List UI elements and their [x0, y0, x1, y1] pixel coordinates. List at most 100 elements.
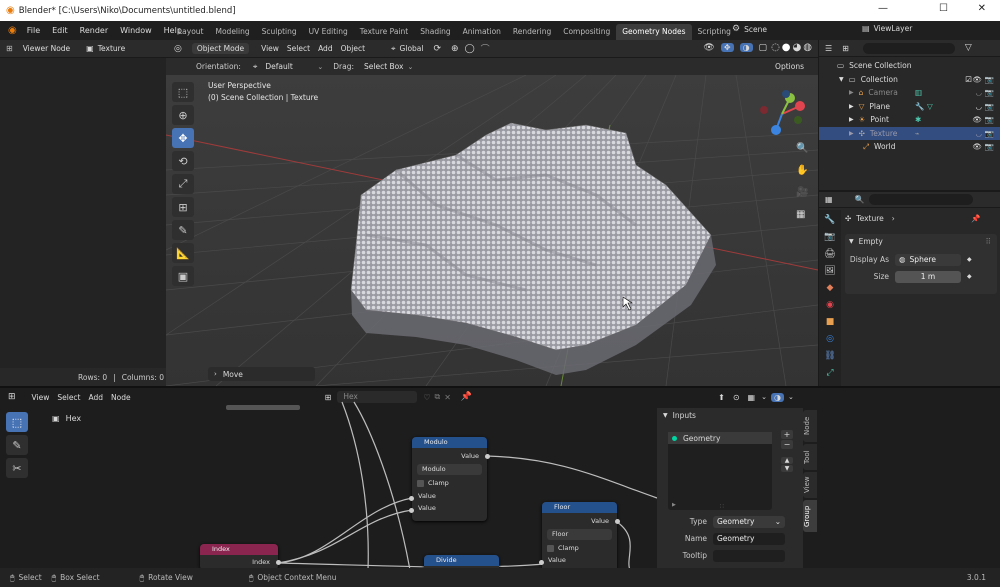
world-tab-icon[interactable]: ◉ [823, 298, 837, 312]
render-camera-icon[interactable]: 📷 [985, 142, 994, 151]
outliner-texture[interactable]: ▶ ✣ Texture ⌁ ◡ 📷 [819, 126, 1000, 140]
inputs-panel-header[interactable]: ▼ Inputs [657, 408, 803, 422]
tab-animation[interactable]: Animation [457, 24, 507, 40]
viewport-menu-add[interactable]: Add [314, 44, 337, 53]
overlay-toggle-icon[interactable]: ◑ [770, 392, 784, 402]
index-node[interactable]: Index Index [200, 544, 281, 568]
rendered-shading-icon[interactable]: ◍ [803, 42, 812, 53]
move-up-button[interactable]: ▲ [781, 457, 793, 464]
parent-tree-icon[interactable]: ⬆ [718, 393, 725, 402]
outliner-camera[interactable]: ▶ ⌂ Camera ▥ ◡ 📷 [819, 86, 1000, 100]
snap-nodes-icon[interactable]: ⊙ [733, 393, 740, 402]
scene-tab-icon[interactable]: ◆ [823, 281, 837, 295]
sidebar-tab-tool[interactable]: Tool [803, 444, 817, 470]
node-editor[interactable]: ⊞ View Select Add Node ⊞ Hex ♡ ⧉ ✕ 📌 ⬆ ⊙… [0, 386, 1000, 568]
navigation-gizmo[interactable] [754, 86, 810, 142]
expand-arrow-icon[interactable]: ▶ [849, 130, 854, 137]
outliner-editor-icon[interactable]: ☰ [825, 44, 832, 53]
drag-dropdown[interactable]: Select Box [360, 62, 407, 71]
inputs-list-item[interactable]: Geometry [668, 432, 772, 444]
list-expand-icon[interactable]: ▶ [672, 502, 676, 508]
object-tab-icon[interactable]: ■ [823, 315, 837, 329]
filter-icon[interactable]: ▽ [965, 43, 972, 53]
tab-scripting[interactable]: Scripting [692, 24, 737, 40]
maximize-button[interactable]: ☐ [939, 3, 948, 14]
zoom-icon[interactable]: 🔍 [796, 138, 808, 160]
orientation-dropdown[interactable]: Default [261, 62, 317, 71]
output-tab-icon[interactable]: 🖨 [823, 247, 837, 261]
properties-search-input[interactable] [868, 194, 973, 205]
backdrop-icon[interactable]: ▦ [748, 393, 756, 402]
eye-icon[interactable]: 👁 [972, 142, 982, 151]
add-input-button[interactable]: + [781, 430, 793, 439]
wireframe-shading-icon[interactable]: ◌ [771, 42, 780, 53]
sidebar-tab-view[interactable]: View [803, 472, 817, 498]
view-layer-tab-icon[interactable]: 🖼 [823, 264, 837, 278]
expand-arrow-icon[interactable]: ▶ [849, 116, 854, 123]
eye-hidden-icon[interactable]: ◡ [975, 129, 982, 138]
tab-shading[interactable]: Shading [414, 24, 456, 40]
expand-arrow-icon[interactable]: ▼ [839, 76, 844, 83]
render-camera-icon[interactable]: 📷 [985, 115, 994, 124]
viewport-menu-view[interactable]: View [257, 44, 283, 53]
render-tab-icon[interactable]: 📷 [823, 230, 837, 244]
modulo-node-header[interactable]: Modulo [412, 437, 487, 448]
view-layer-selector[interactable]: ▤ ViewLayer [862, 24, 912, 33]
pivot-icon[interactable]: ⟳ [433, 44, 441, 54]
outliner-scene-collection[interactable]: ▭ Scene Collection [819, 59, 1000, 73]
rotate-tool-icon[interactable]: ⟲ [172, 151, 194, 171]
outliner-search-input[interactable] [862, 42, 955, 54]
menu-edit[interactable]: Edit [46, 26, 74, 35]
divide-node-header[interactable]: Divide [424, 555, 499, 566]
outliner-world[interactable]: ⤢ World 👁 📷 [819, 140, 1000, 154]
spreadsheet-object[interactable]: Texture [94, 44, 129, 53]
move-tool-icon[interactable]: ✥ [172, 128, 194, 148]
clamp-checkbox[interactable] [547, 544, 554, 552]
transform-space[interactable]: Global [396, 44, 428, 53]
move-down-button[interactable]: ▼ [781, 465, 793, 472]
annotate-tool-icon[interactable]: ✎ [172, 220, 194, 240]
tab-geometry-nodes[interactable]: Geometry Nodes [616, 23, 692, 40]
clamp-checkbox[interactable] [417, 479, 424, 487]
blender-menu-icon[interactable]: ◉ [8, 25, 17, 36]
floor-operation-dropdown[interactable]: Floor [547, 529, 612, 540]
modulo-output-socket[interactable] [485, 454, 490, 459]
display-mode-icon[interactable]: ⊞ [842, 44, 849, 53]
modulo-clamp-row[interactable]: Clamp [417, 479, 482, 487]
tab-layout[interactable]: Layout [172, 24, 210, 40]
transform-tool-icon[interactable]: ⊞ [172, 197, 194, 217]
scale-tool-icon[interactable]: ⤢ [172, 174, 194, 194]
ortho-toggle-icon[interactable]: ▦ [796, 204, 808, 226]
sidebar-tab-group[interactable]: Group [803, 500, 817, 532]
sidebar-tab-node[interactable]: Node [803, 410, 817, 442]
outliner-collection[interactable]: ▼ ▭ Collection ☑ 👁 📷 [819, 73, 1000, 87]
last-operator-panel[interactable]: › Move [208, 367, 315, 381]
tool-tab-icon[interactable]: 🔧 [823, 213, 837, 227]
input-tooltip-field[interactable] [713, 549, 785, 562]
falloff-icon[interactable]: ⌒ [481, 42, 490, 55]
exclude-checkbox-icon[interactable]: ☑ [965, 75, 972, 84]
visibility-icon[interactable]: 👁 [703, 43, 714, 53]
minimize-button[interactable]: — [878, 3, 888, 14]
gizmo-toggle-icon[interactable]: ✥ [720, 43, 734, 52]
physics-tab-icon[interactable]: ◎ [823, 332, 837, 346]
floor-node-header[interactable]: Floor [542, 502, 617, 513]
menu-file[interactable]: File [21, 26, 46, 35]
render-camera-icon[interactable]: 📷 [985, 88, 994, 97]
tab-texture-paint[interactable]: Texture Paint [354, 24, 414, 40]
menu-window[interactable]: Window [114, 26, 158, 35]
pin-icon[interactable]: 📌 [971, 214, 980, 223]
outliner-plane[interactable]: ▶ ▽ Plane 🔧 ▽ ◡ 📷 [819, 100, 1000, 114]
eye-hidden-icon[interactable]: ◡ [975, 88, 982, 97]
expand-arrow-icon[interactable]: ▶ [849, 103, 854, 110]
index-output-socket[interactable] [276, 560, 281, 565]
tab-sculpting[interactable]: Sculpting [256, 24, 303, 40]
cursor-tool-icon[interactable]: ⊕ [172, 105, 194, 125]
menu-render[interactable]: Render [74, 26, 114, 35]
tab-modeling[interactable]: Modeling [210, 24, 256, 40]
floor-clamp-row[interactable]: Clamp [547, 544, 612, 552]
floor-node[interactable]: Floor Value Floor Clamp Value [539, 502, 620, 568]
animate-property-icon[interactable]: ◆ [967, 273, 972, 280]
select-tool-icon[interactable]: ⬚ [172, 82, 194, 102]
options-dropdown[interactable]: Options [771, 62, 808, 71]
